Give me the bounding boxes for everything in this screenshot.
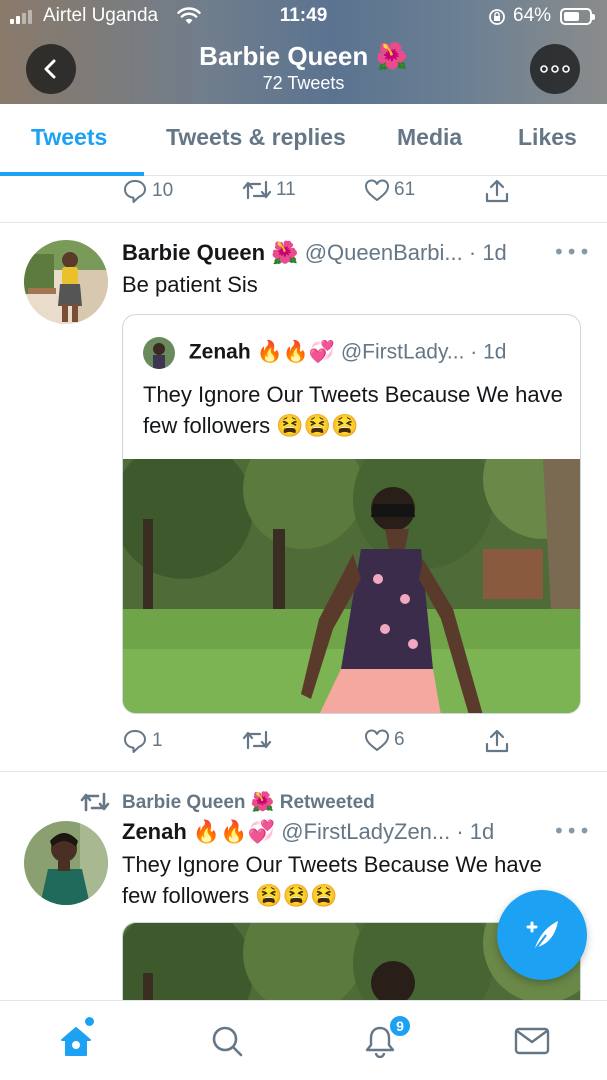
like-count: 61 [394,179,416,200]
share-button[interactable] [484,178,514,204]
quoted-avatar [143,337,175,369]
reply-button[interactable]: 10 [122,178,173,204]
tweet-count: 72 Tweets [262,73,345,93]
author-name[interactable]: Zenah 🔥🔥💞 [122,819,275,844]
profile-header: Airtel Uganda 11:49 64% Barbie Queen 🌺 7… [0,0,607,104]
bottom-navigation: 9 [0,1000,607,1080]
reply-icon [124,730,146,753]
share-icon [485,179,509,203]
nav-messages[interactable] [512,1021,552,1061]
reply-count: 10 [152,180,174,201]
new-content-dot [85,1017,94,1026]
share-icon [485,729,509,753]
tweet-divider [0,771,607,772]
home-icon [61,1027,91,1056]
quoted-tweet-header: Zenah 🔥🔥💞 @FirstLady... · 1d [143,337,506,369]
more-options-button[interactable] [530,44,580,94]
battery-percent: 64% [513,5,552,26]
like-button[interactable]: 61 [364,178,415,202]
notification-badge: 9 [388,1014,412,1038]
share-button[interactable] [484,728,514,754]
search-icon [212,1026,243,1057]
avatar[interactable] [24,240,108,324]
status-bar: Airtel Uganda 11:49 64% [0,0,607,34]
tweet-text: They Ignore Our Tweets Because We have f… [122,852,542,908]
avatar[interactable] [24,821,108,905]
rotation-lock-icon [489,9,505,25]
tweet-menu-icon[interactable]: ••• [553,240,591,264]
tab-likes[interactable]: Likes [518,124,577,151]
compose-feather-icon [526,921,558,952]
heart-icon [365,729,389,751]
tweet-divider [0,222,607,223]
battery-level [564,12,580,21]
tab-tweets-and-replies[interactable]: Tweets & replies [166,124,346,151]
compose-tweet-button[interactable] [497,890,587,980]
author-handle: @QueenBarbi... · 1d [304,240,507,265]
retweet-icon [242,180,272,200]
nav-home[interactable] [56,1021,96,1061]
tweet-photo[interactable] [123,459,580,713]
retweet-button[interactable]: 11 [242,178,296,202]
tab-media[interactable]: Media [397,124,462,151]
author-name[interactable]: Barbie Queen 🌺 [122,240,299,265]
retweet-context: Barbie Queen 🌺 Retweeted [80,790,375,814]
tab-tweets[interactable]: Tweets [31,124,107,151]
tweet-header: Barbie Queen 🌺 @QueenBarbi... · 1d [122,240,507,266]
quoted-tweet-text: They Ignore Our Tweets Because We have f… [143,382,563,438]
tweet-menu-icon[interactable]: ••• [553,819,591,843]
tweet-feed[interactable]: 10 11 61 Barbie Queen 🌺 @QueenBarbi... ·… [0,176,607,1000]
mail-icon [514,1027,550,1055]
previous-tweet-actions: 10 11 61 [0,178,607,208]
quoted-author-handle: @FirstLady... · 1d [340,340,507,364]
nav-search[interactable] [207,1021,247,1061]
tweet-text: Be patient Sis [122,272,258,297]
like-button[interactable]: 6 [364,728,405,752]
more-horizontal-icon [540,65,570,73]
profile-tabs: Tweets Tweets & replies Media Likes [0,104,607,176]
profile-title: Barbie Queen 🌺 72 Tweets [0,40,607,94]
retweet-button[interactable] [242,728,276,752]
like-count: 6 [394,729,405,750]
retweeted-by: Barbie Queen 🌺 Retweeted [122,792,375,813]
battery-icon [560,8,595,25]
quoted-tweet[interactable]: Zenah 🔥🔥💞 @FirstLady... · 1d They Ignore… [122,314,581,714]
retweet-count: 11 [276,179,296,200]
author-handle: @FirstLadyZen... · 1d [281,819,495,844]
heart-icon [365,179,389,201]
quoted-author-name: Zenah 🔥🔥💞 [188,340,335,364]
tweet-header: Zenah 🔥🔥💞 @FirstLadyZen... · 1d [122,819,494,845]
reply-count: 1 [152,730,163,751]
reply-icon [124,180,146,203]
tweet-actions: 1 6 [0,728,607,758]
profile-photo [24,821,108,905]
profile-name: Barbie Queen 🌺 [199,41,408,71]
retweet-icon [80,792,110,812]
profile-photo [24,240,108,324]
retweet-icon [242,730,272,750]
reply-button[interactable]: 1 [122,728,163,754]
